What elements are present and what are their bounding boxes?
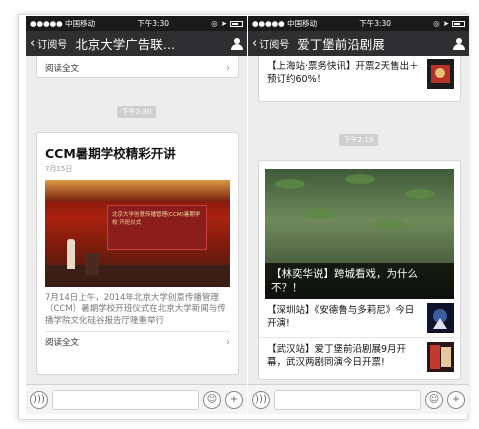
multi-article-card[interactable]: 【林奕华说】跨城看戏，为什么不？！ 【深圳站】《安德鲁与多莉尼》今日开演! 【武… [258,160,461,380]
left-phone-screen: ●●●●● 中国移动 下午3:30 ◎ ➤ ‹ 订阅号 北京大学广告联… 阅读全… [26,16,247,414]
nav-title: 爱丁堡前沿剧展 [297,37,385,52]
back-chevron-icon: ‹ [30,36,36,51]
article-date: 7月15日 [45,165,73,173]
article-cover-image[interactable]: 北京大学创意传播管理(CCM)暑期学校 开班仪式 [45,180,230,287]
input-bar: ))) ☺ + [26,384,247,414]
message-timestamp: 下午2:19 [338,134,379,146]
message-list[interactable]: 【上海站·票务快讯】开票2天售出＋预订约60%！ 下午2:19 【林奕华说】跨城… [248,56,469,384]
previous-article-card[interactable]: 阅读全文 › [36,56,239,78]
lock-icon: ◎ [211,19,218,28]
news-thumbnail [427,59,454,89]
lock-icon: ◎ [433,19,440,28]
hero-image[interactable]: 【林奕华说】跨城看戏，为什么不？！ [265,169,454,299]
message-timestamp: 下午2:30 [116,106,157,118]
status-bar: ●●●●● 中国移动 下午3:30 ◎ ➤ [26,16,247,31]
news-text: 【上海站·票务快讯】开票2天售出＋预订约60%！ [267,61,419,85]
voice-icon[interactable]: ))) [30,390,48,409]
chevron-right-icon: › [226,62,230,74]
back-button[interactable]: ‹ 订阅号 [252,36,289,51]
plus-icon[interactable]: + [225,390,243,409]
user-icon[interactable] [231,37,243,50]
right-phone-screen: ●●●●● 中国移动 下午3:30 ◎ ➤ ‹ 订阅号 爱丁堡前沿剧展 【上海站… [248,16,469,414]
article-card[interactable]: CCM暑期学校精彩开讲 7月15日 北京大学创意传播管理(CCM)暑期学校 开班… [36,132,239,375]
article-title: CCM暑期学校精彩开讲 [45,146,176,161]
plus-icon[interactable]: + [447,390,465,409]
location-icon: ➤ [220,19,227,28]
read-all-label: 阅读全文 [45,64,80,74]
stage-banner: 北京大学创意传播管理(CCM)暑期学校 开班仪式 [107,205,207,250]
chevron-right-icon: › [226,336,230,348]
article-summary: 7月14日上午，2014年北京大学创意传播管理（CCM）暑期学校开班仪式在北京大… [45,293,226,326]
news-thumbnail [427,342,454,372]
status-bar: ●●●●● 中国移动 下午3:30 ◎ ➤ [248,16,469,31]
message-list[interactable]: 阅读全文 › 下午2:30 CCM暑期学校精彩开讲 7月15日 北京大学创意传播… [26,56,247,384]
status-time: 下午3:30 [359,19,392,28]
nav-bar: ‹ 订阅号 北京大学广告联… [26,31,247,56]
voice-icon[interactable]: ))) [252,390,270,409]
read-all-link[interactable]: 阅读全文 › [37,332,238,352]
status-time: 下午3:30 [137,19,170,28]
message-input[interactable] [52,389,199,410]
news-text: 【武汉站】爱丁堡前沿剧展9月开幕，武汉两剧同演今日开票! [267,344,407,368]
news-item[interactable]: 【武汉站】爱丁堡前沿剧展9月开幕，武汉两剧同演今日开票! [259,338,460,376]
news-item[interactable]: 【深圳站】《安德鲁与多莉尼》今日开演! [259,299,460,338]
user-icon[interactable] [453,37,465,50]
nav-title: 北京大学广告联… [75,37,176,52]
message-input[interactable] [274,389,421,410]
back-chevron-icon: ‹ [252,36,258,51]
carrier-signal: ●●●●● 中国移动 [30,19,96,28]
previous-news-card[interactable]: 【上海站·票务快讯】开票2天售出＋预订约60%！ [258,56,461,102]
emoji-icon[interactable]: ☺ [203,390,221,409]
status-indicators: ◎ ➤ [211,19,243,28]
read-all-label: 阅读全文 [45,338,80,349]
hero-caption: 【林奕华说】跨城看戏，为什么不？！ [265,262,454,299]
battery-icon [229,20,243,27]
back-label: 订阅号 [259,40,290,51]
carrier-signal: ●●●●● 中国移动 [252,19,318,28]
location-icon: ➤ [442,19,449,28]
read-all-link[interactable]: 阅读全文 › [37,56,238,79]
input-bar: ))) ☺ + [248,384,469,414]
news-thumbnail [427,303,454,333]
news-item[interactable]: 【上海站·票务快讯】开票2天售出＋预订约60%！ [259,56,460,93]
news-text: 【深圳站】《安德鲁与多莉尼》今日开演! [267,305,415,329]
battery-icon [451,20,465,27]
back-label: 订阅号 [37,40,68,51]
status-indicators: ◎ ➤ [433,19,465,28]
back-button[interactable]: ‹ 订阅号 [30,36,67,51]
emoji-icon[interactable]: ☺ [425,390,443,409]
nav-bar: ‹ 订阅号 爱丁堡前沿剧展 [248,31,469,56]
